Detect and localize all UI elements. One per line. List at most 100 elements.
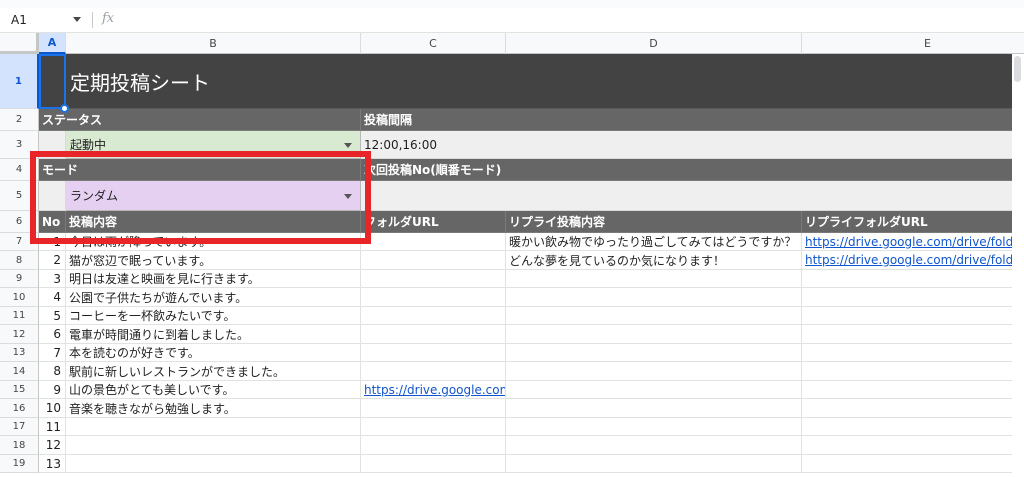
cell-reply-folder[interactable] (802, 418, 1024, 436)
row-header-16[interactable]: 16 (0, 399, 39, 418)
cell-reply[interactable] (506, 381, 802, 399)
cell-content[interactable]: 駅前に新しいレストランができました。 (66, 362, 361, 381)
cell-reply[interactable] (506, 270, 802, 288)
row-header-6[interactable]: 6 (0, 211, 39, 233)
interval-label[interactable]: 投稿間隔 (361, 109, 1024, 131)
cell-folder[interactable] (361, 251, 506, 270)
cell-content[interactable]: 今日は雨が降っています。 (66, 233, 361, 251)
cell-no[interactable]: 9 (39, 381, 66, 399)
chevron-down-icon[interactable] (344, 142, 352, 148)
cell-no[interactable]: 10 (39, 399, 66, 418)
cell-reply[interactable] (506, 362, 802, 381)
row-header-13[interactable]: 13 (0, 344, 39, 362)
column-header-c[interactable]: C (361, 33, 506, 54)
cell-content[interactable] (66, 455, 361, 473)
column-header-a[interactable]: A (39, 33, 66, 54)
cell-folder[interactable] (361, 344, 506, 362)
row-header-11[interactable]: 11 (0, 307, 39, 325)
spreadsheet-grid[interactable]: A B C D E 1 2 3 4 5 6 7 8 9 10 11 12 13 … (0, 33, 1024, 477)
cell-reply[interactable] (506, 307, 802, 325)
cell-reply[interactable] (506, 455, 802, 473)
header-folder-url[interactable]: フォルダURL (361, 211, 506, 233)
next-post-value[interactable] (361, 181, 1024, 211)
cell-folder[interactable] (361, 288, 506, 307)
row-header-5[interactable]: 5 (0, 181, 39, 211)
cell-reply-folder[interactable] (802, 455, 1024, 473)
cell-reply-folder[interactable] (802, 362, 1024, 381)
select-all-corner[interactable] (0, 33, 39, 54)
cell-content[interactable] (66, 418, 361, 436)
cell-a5[interactable] (39, 181, 66, 211)
mode-label[interactable]: モード (39, 159, 361, 181)
cell-no[interactable]: 6 (39, 325, 66, 344)
sheet-title[interactable]: 定期投稿シート (66, 54, 1024, 109)
cell-folder-link[interactable]: https://drive.google.com/dri (361, 381, 506, 399)
cell-reply[interactable]: 暖かい飲み物でゆったり過ごしてみてはどうですか？ (506, 233, 802, 251)
cell-no[interactable]: 4 (39, 288, 66, 307)
cell-reply-folder[interactable] (802, 288, 1024, 307)
cell-folder[interactable] (361, 270, 506, 288)
cell-reply-folder[interactable] (802, 325, 1024, 344)
cell-reply[interactable]: どんな夢を見ているのか気になります！ (506, 251, 802, 270)
header-reply-content[interactable]: リプライ投稿内容 (506, 211, 802, 233)
row-header-19[interactable]: 19 (0, 455, 39, 473)
cell-no[interactable]: 2 (39, 251, 66, 270)
cell-reply-folder[interactable] (802, 436, 1024, 455)
cell-no[interactable]: 1 (39, 233, 66, 251)
cell-no[interactable]: 11 (39, 418, 66, 436)
cell-content[interactable]: 公園で子供たちが遊んでいます。 (66, 288, 361, 307)
cell-content[interactable]: 本を読むのが好きです。 (66, 344, 361, 362)
cell-no[interactable]: 7 (39, 344, 66, 362)
chevron-down-icon[interactable] (344, 193, 352, 199)
cell-folder[interactable] (361, 325, 506, 344)
cell-no[interactable]: 13 (39, 455, 66, 473)
row-header-4[interactable]: 4 (0, 159, 39, 181)
chevron-down-icon[interactable] (73, 17, 81, 22)
row-header-15[interactable]: 15 (0, 381, 39, 399)
row-header-12[interactable]: 12 (0, 325, 39, 344)
cell-no[interactable]: 8 (39, 362, 66, 381)
cell-reply-folder[interactable] (802, 381, 1024, 399)
cell-reply[interactable] (506, 288, 802, 307)
row-header-2[interactable]: 2 (0, 109, 39, 131)
cell-a1[interactable] (39, 54, 66, 109)
mode-dropdown[interactable]: ランダム (66, 181, 361, 211)
row-header-9[interactable]: 9 (0, 270, 39, 288)
cell-no[interactable]: 5 (39, 307, 66, 325)
interval-value[interactable]: 12:00,16:00 (361, 131, 1024, 159)
cell-content[interactable] (66, 436, 361, 455)
cell-content[interactable]: 山の景色がとても美しいです。 (66, 381, 361, 399)
column-header-d[interactable]: D (506, 33, 802, 54)
cell-content[interactable]: コーヒーを一杯飲みたいです。 (66, 307, 361, 325)
scrollbar-thumb[interactable] (1014, 56, 1021, 82)
row-header-8[interactable]: 8 (0, 251, 39, 270)
row-header-10[interactable]: 10 (0, 288, 39, 307)
cell-folder[interactable] (361, 455, 506, 473)
cell-folder[interactable] (361, 233, 506, 251)
cell-reply-folder[interactable] (802, 307, 1024, 325)
row-header-3[interactable]: 3 (0, 131, 39, 159)
next-post-label[interactable]: 次回投稿No(順番モード) (361, 159, 1024, 181)
row-header-1[interactable]: 1 (0, 54, 39, 109)
cell-content[interactable]: 猫が窓辺で眠っています。 (66, 251, 361, 270)
row-header-7[interactable]: 7 (0, 233, 39, 251)
cell-reply-folder-link[interactable]: https://drive.google.com/drive/folders/1… (802, 251, 1024, 270)
header-no[interactable]: No (39, 211, 66, 233)
cell-content[interactable]: 電車が時間通りに到着しました。 (66, 325, 361, 344)
column-header-b[interactable]: B (66, 33, 361, 54)
fill-handle[interactable] (60, 104, 69, 113)
cell-content[interactable]: 音楽を聴きながら勉強します。 (66, 399, 361, 418)
cell-reply[interactable] (506, 344, 802, 362)
header-content[interactable]: 投稿内容 (66, 211, 361, 233)
header-reply-folder-url[interactable]: リプライフォルダURL (802, 211, 1024, 233)
cell-a3[interactable] (39, 131, 66, 159)
cell-content[interactable]: 明日は友達と映画を見に行きます。 (66, 270, 361, 288)
cell-reply[interactable] (506, 418, 802, 436)
status-dropdown[interactable]: 起動中 (66, 131, 361, 159)
row-header-17[interactable]: 17 (0, 418, 39, 436)
cell-no[interactable]: 3 (39, 270, 66, 288)
row-header-14[interactable]: 14 (0, 362, 39, 381)
cell-reply[interactable] (506, 325, 802, 344)
cell-reply-folder[interactable] (802, 399, 1024, 418)
cell-folder[interactable] (361, 418, 506, 436)
